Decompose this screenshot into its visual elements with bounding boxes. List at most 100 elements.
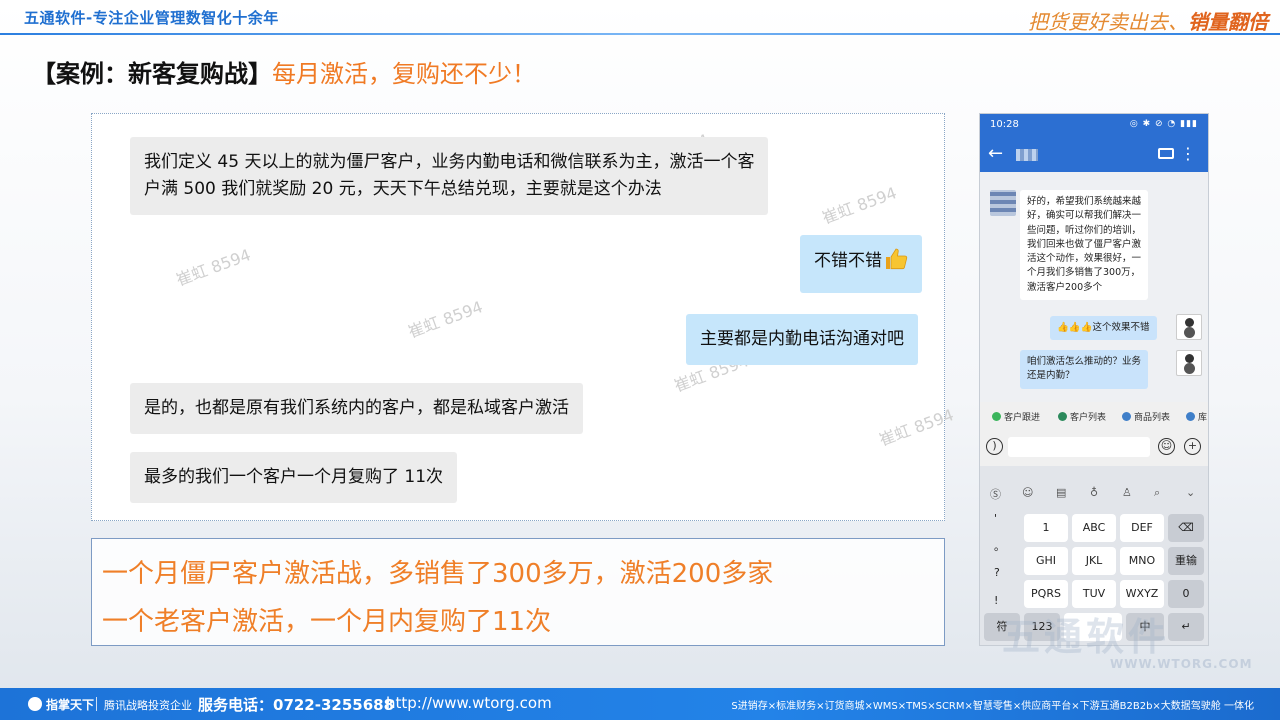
- keyboard-logo-icon[interactable]: Ⓢ: [990, 486, 1001, 502]
- watermark: 崔虹 8594: [173, 245, 254, 290]
- status-icons: ◎ ✱ ⊘ ◔ ▮▮▮: [1129, 119, 1198, 129]
- plus-icon[interactable]: +: [1184, 438, 1201, 455]
- key[interactable]: 1: [1024, 514, 1068, 542]
- keyboard-toolbar: Ⓢ ☺ ▤ ♁ ♙ ⌕ ⌄: [980, 484, 1208, 504]
- quick-actions-bar: 客户跟进 客户列表 商品列表 库: [980, 406, 1208, 428]
- message-line: 好，确实可以帮我们解决一: [1027, 210, 1142, 222]
- backspace-key[interactable]: ⌫: [1168, 514, 1204, 542]
- phone-nav-bar: ← ⋮: [980, 138, 1208, 172]
- chat-message-right: 主要都是内勤电话沟通对吧: [686, 314, 918, 365]
- punct-key[interactable]: ': [994, 512, 997, 525]
- watermark: 崔虹 8594: [819, 183, 900, 228]
- message-line: 还是内勤？: [1027, 370, 1075, 382]
- user-avatar: [1176, 314, 1202, 340]
- message-line: 些问题，听过你们的培训，: [1027, 224, 1142, 236]
- message-line: 主要都是内勤电话沟通对吧: [700, 329, 904, 349]
- chat-message-right: 不错不错: [800, 235, 922, 293]
- quick-action-customer-list[interactable]: 客户列表: [1058, 410, 1106, 423]
- chat-message-left: 最多的我们一个客户一个月复购了 11次: [130, 452, 458, 503]
- footer-url-link[interactable]: http://www.wtorg.com: [386, 694, 552, 712]
- phone-message-right: 👍👍👍这个效果不错: [1050, 316, 1157, 341]
- reset-key[interactable]: 重输: [1168, 547, 1204, 575]
- status-time: 10:28: [990, 119, 1019, 130]
- punct-key[interactable]: 。: [994, 538, 1005, 554]
- slogan-normal: 把货更好卖出去、: [1028, 10, 1188, 34]
- phone-status-bar: 10:28 ◎ ✱ ⊘ ◔ ▮▮▮: [980, 114, 1208, 138]
- key[interactable]: PQRS: [1024, 580, 1068, 608]
- chat-screenshot-panel: 崔虹 8594 崔虹 8594 崔虹 8594 崔虹 8594 崔虹 8594 …: [91, 113, 956, 521]
- background-logo-url: WWW.WTORG.COM: [1110, 657, 1253, 671]
- slogan-bold: 销量翻倍: [1188, 10, 1268, 34]
- phone-message-left: 好的，希望我们系统越来越 好，确实可以帮我们解决一 些问题，听过你们的培训， 我…: [1020, 190, 1149, 301]
- message-line: 咱们激活怎么推动的？业务: [1027, 356, 1142, 367]
- quick-action-inventory[interactable]: 库: [1186, 410, 1207, 423]
- emoji-icon[interactable]: ☺: [1158, 438, 1175, 455]
- chat-message-left: 是的，也都是原有我们系统内的客户，都是私域客户激活: [130, 383, 583, 434]
- logo-mark-icon: [28, 697, 42, 711]
- key[interactable]: TUV: [1072, 580, 1116, 608]
- brand-text: 五通软件-专注企业管理数智化十余年: [24, 9, 279, 27]
- slogan: 把货更好卖出去、销量翻倍: [1028, 6, 1268, 35]
- message-line: 我们回来也做了僵尸客户激: [1027, 238, 1142, 250]
- key[interactable]: MNO: [1120, 547, 1164, 575]
- keyboard-icon[interactable]: ▤: [1056, 486, 1066, 499]
- phone-screenshot: 10:28 ◎ ✱ ⊘ ◔ ▮▮▮ ← ⋮ 好的，希望我们系统越来越 好，确实可…: [979, 113, 1209, 646]
- key[interactable]: DEF: [1120, 514, 1164, 542]
- summary-line-1: 一个月僵尸客户激活战，多销售了300多万，激活200多家: [102, 559, 774, 589]
- footer-products: S进销存×标准财务×订货商城×WMS×TMS×SCRM×智慧零售×供应商平台×下…: [731, 701, 1254, 712]
- key[interactable]: ABC: [1072, 514, 1116, 542]
- phone-input-row: ) ☺ +: [980, 432, 1208, 462]
- watermark: 崔虹 8594: [876, 405, 957, 450]
- summary-line-2: 一个老客户激活，一个月内复购了11次: [102, 607, 552, 637]
- key[interactable]: GHI: [1024, 547, 1068, 575]
- message-line: 不错不错: [814, 251, 882, 271]
- key[interactable]: JKL: [1072, 547, 1116, 575]
- message-line: 激活客户200多个: [1027, 281, 1103, 293]
- zero-key[interactable]: 0: [1168, 580, 1204, 608]
- enter-key[interactable]: ↵: [1168, 613, 1204, 641]
- message-line: 好的，希望我们系统越来越: [1027, 196, 1142, 207]
- microphone-icon[interactable]: ♁: [1090, 486, 1098, 499]
- contact-avatar: [1016, 149, 1038, 161]
- voice-icon[interactable]: ): [986, 438, 1003, 455]
- title-sub: 每月激活，复购还不少！: [272, 60, 536, 88]
- top-bar: 五通软件-专注企业管理数智化十余年 把货更好卖出去、销量翻倍: [0, 0, 1280, 35]
- summary-box: 一个月僵尸客户激活战，多销售了300多万，激活200多家 一个老客户激活，一个月…: [91, 538, 945, 646]
- quick-action-product-list[interactable]: 商品列表: [1122, 410, 1170, 423]
- back-arrow-icon[interactable]: ←: [988, 143, 1003, 164]
- user-avatar: [1176, 350, 1202, 376]
- footer-logo: 指掌天下: [28, 696, 94, 713]
- thumbs-up-icon: [886, 248, 908, 270]
- emoji-icon[interactable]: ☺: [1022, 486, 1033, 499]
- footer-divider: [96, 697, 97, 711]
- message-input[interactable]: [1008, 437, 1150, 457]
- brand-divider: [0, 33, 1280, 35]
- clothes-icon[interactable]: ♙: [1122, 486, 1132, 499]
- collapse-keyboard-icon[interactable]: ⌄: [1186, 486, 1195, 499]
- search-icon[interactable]: ⌕: [1154, 486, 1160, 500]
- punct-key[interactable]: ?: [994, 566, 1000, 579]
- background-logo: 五通软件: [1002, 615, 1171, 659]
- footer-phone: 服务电话：0722-3255688: [198, 696, 395, 714]
- page-title: 【案例：新客复购战】每月激活，复购还不少！: [32, 54, 536, 89]
- more-icon[interactable]: ⋮: [1180, 144, 1196, 163]
- message-line: 个月我们多销售了300万，: [1027, 267, 1141, 279]
- watermark: 崔虹 8594: [405, 297, 486, 342]
- message-line: 👍👍👍这个效果不错: [1057, 322, 1150, 333]
- punct-key[interactable]: !: [994, 594, 998, 607]
- footer-invest-text: 腾讯战略投资企业: [104, 699, 192, 712]
- quick-action-follow-up[interactable]: 客户跟进: [992, 410, 1040, 423]
- message-line: 是的，也都是原有我们系统内的客户，都是私域客户激活: [144, 398, 569, 418]
- key[interactable]: WXYZ: [1120, 580, 1164, 608]
- message-line: 活这个动作，效果很好，一: [1027, 253, 1142, 265]
- phone-message-right: 咱们激活怎么推动的？业务 还是内勤？: [1020, 350, 1149, 389]
- contact-avatar: [990, 190, 1016, 216]
- message-line: 户满 500 我们就奖励 20 元，天天下午总结兑现，主要就是这个办法: [144, 179, 662, 199]
- message-line: 最多的我们一个客户一个月复购了 11次: [144, 467, 444, 487]
- video-call-icon[interactable]: [1158, 148, 1174, 159]
- chat-message-left: 我们定义 45 天以上的就为僵尸客户，业务内勤电话和微信联系为主，激活一个客 户…: [130, 137, 769, 215]
- message-line: 我们定义 45 天以上的就为僵尸客户，业务内勤电话和微信联系为主，激活一个客: [144, 152, 755, 172]
- title-main: 【案例：新客复购战】: [32, 60, 272, 88]
- footer-bar: 指掌天下 腾讯战略投资企业 服务电话：0722-3255688 http://w…: [0, 688, 1280, 720]
- phone-chat-area: 好的，希望我们系统越来越 好，确实可以帮我们解决一 些问题，听过你们的培训， 我…: [980, 172, 1208, 402]
